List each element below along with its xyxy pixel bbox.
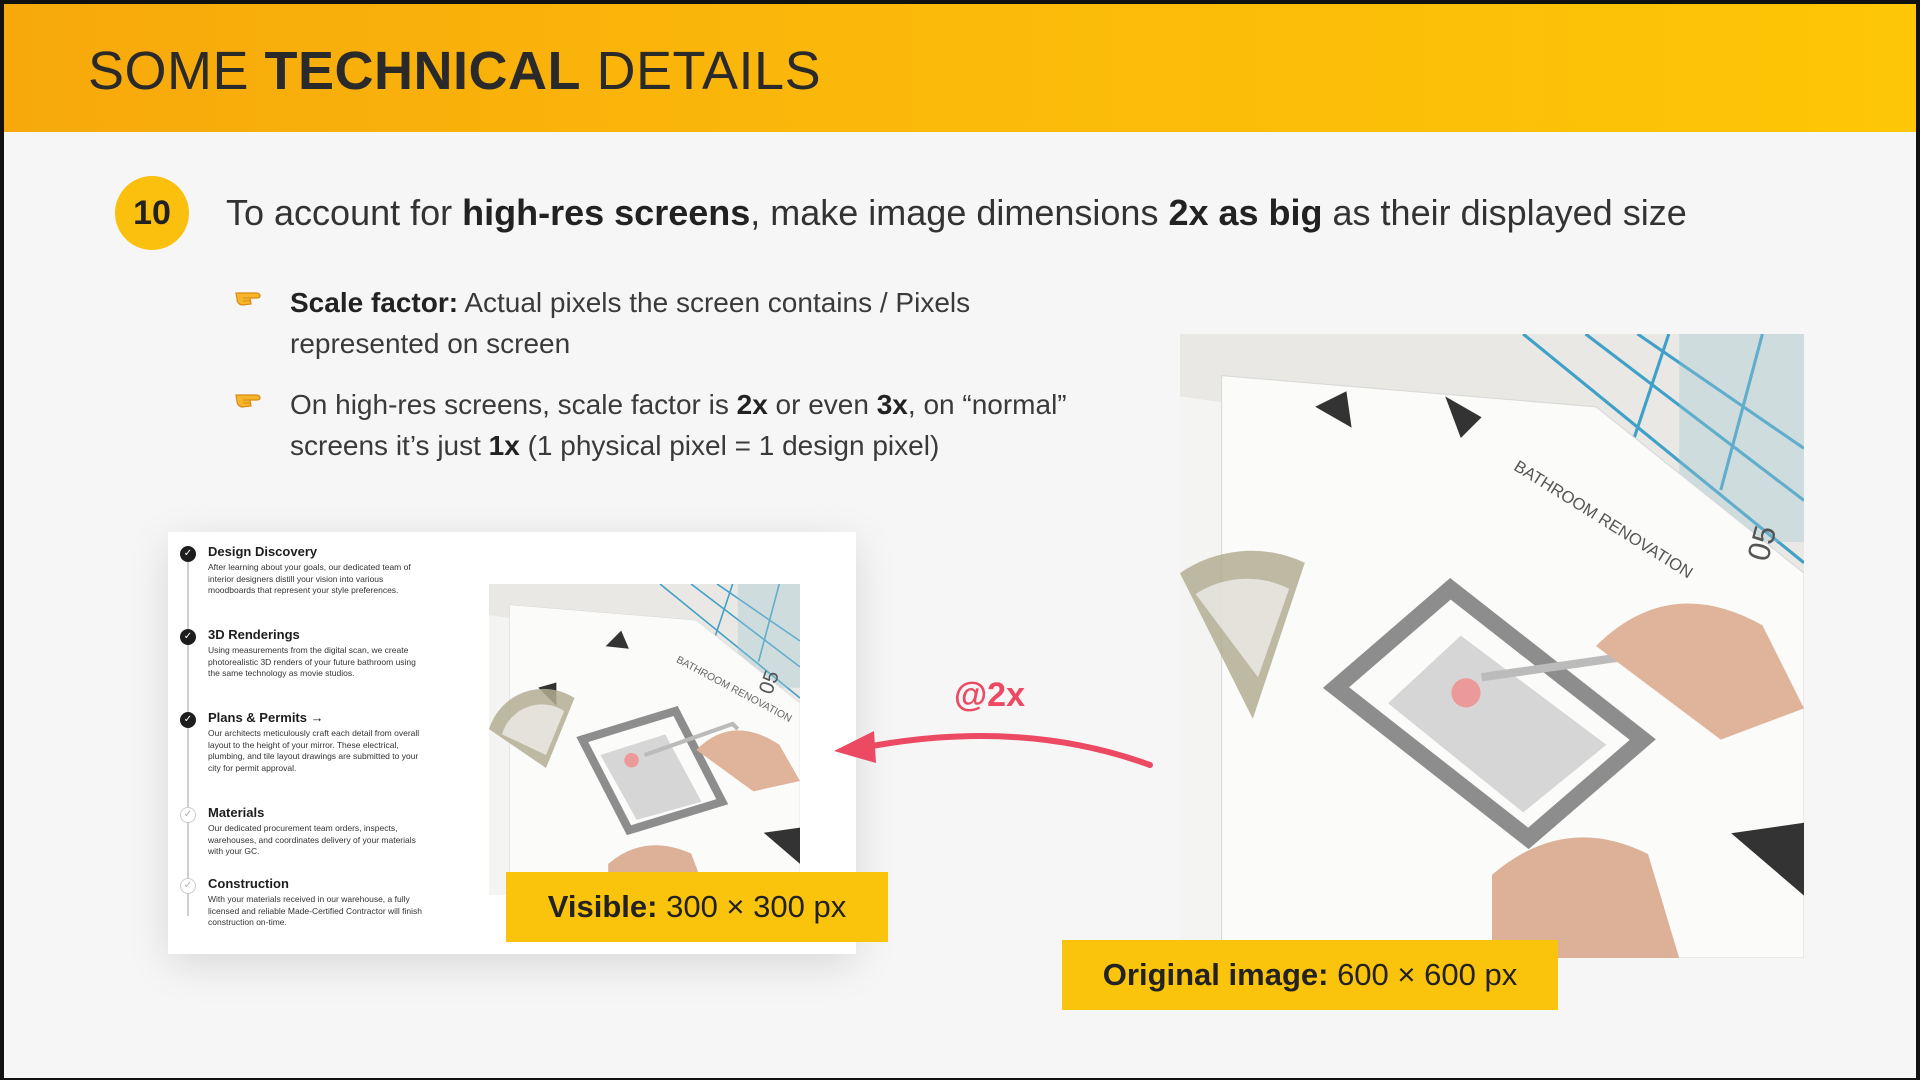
large-blueprint-photo: BATHROOM RENOVATION 05 [1180, 334, 1804, 958]
header-bar: SOME TECHNICAL DETAILS [4, 4, 1916, 132]
step-materials: ✓ Materials Our dedicated procurement te… [180, 805, 428, 858]
slide: SOME TECHNICAL DETAILS 10 To account for… [4, 4, 1916, 1078]
pointing-hand-icon [234, 386, 268, 417]
step-title: Materials [208, 805, 265, 820]
small-blueprint-photo: BATHROOM RENOVATION 05 [489, 584, 800, 895]
step-title: 3D Renderings [208, 627, 300, 642]
step-desc: With your materials received in our ware… [208, 894, 423, 927]
bullet-high-res: On high-res screens, scale factor is 2x … [290, 389, 1067, 461]
step-design-discovery: ✓ Design Discovery After learning about … [180, 544, 428, 597]
circle-check-icon: ✓ [180, 807, 196, 823]
step-title: Plans & Permits → [208, 710, 324, 725]
step-desc: Our dedicated procurement team orders, i… [208, 823, 416, 856]
step-plans-permits: ✓ Plans & Permits → Our architects metic… [180, 710, 428, 774]
step-3d-renderings: ✓ 3D Renderings Using measurements from … [180, 627, 428, 680]
arrow-left-icon [834, 731, 1153, 768]
step-title: Construction [208, 876, 289, 891]
timeline-line [187, 556, 189, 916]
check-icon: ✓ [180, 546, 196, 562]
check-icon: ✓ [180, 629, 196, 645]
step-construction: ✓ Construction With your materials recei… [180, 876, 428, 929]
circle-check-icon: ✓ [180, 878, 196, 894]
step-desc: After learning about your goals, our ded… [208, 562, 411, 595]
step-desc: Our architects meticulously craft each d… [208, 728, 420, 773]
point-number-badge: 10 [115, 176, 189, 250]
step-desc: Using measurements from the digital scan… [208, 645, 416, 678]
bullet-scale-factor: Scale factor: Actual pixels the screen c… [290, 287, 971, 359]
check-icon: ✓ [180, 712, 196, 728]
pointing-hand-icon [234, 284, 268, 315]
visible-size-label: Visible: 300 × 300 px [506, 872, 888, 942]
slide-title: SOME TECHNICAL DETAILS [88, 41, 822, 101]
step-title: Design Discovery [208, 544, 318, 559]
original-size-label: Original image: 600 × 600 px [1062, 940, 1558, 1010]
point-headline: To account for high-res screens, make im… [226, 192, 1687, 233]
